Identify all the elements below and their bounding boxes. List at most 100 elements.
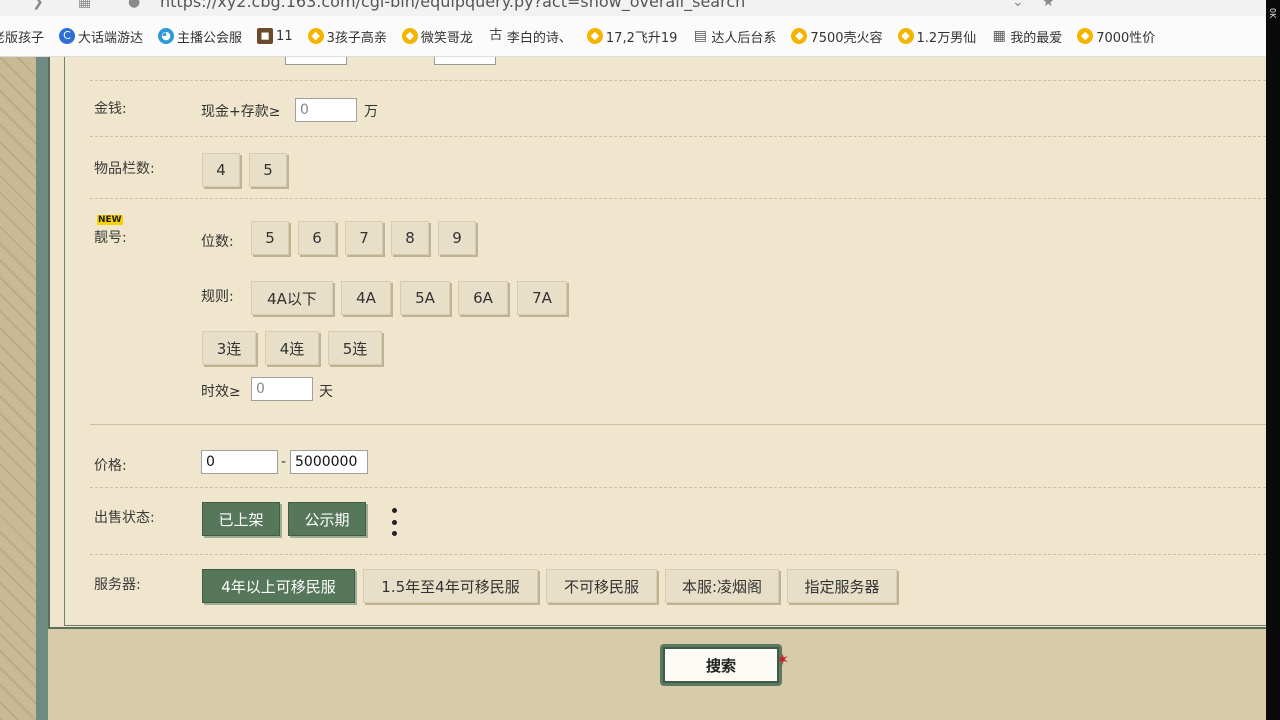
bookmark-item[interactable]: ◼ 11 bbox=[257, 28, 293, 44]
bookmark-item[interactable]: ◆ 7500壳火容 bbox=[791, 27, 883, 46]
rule-option-button[interactable]: 6A bbox=[458, 281, 508, 315]
new-badge: NEW bbox=[97, 215, 123, 225]
bookmarks-bar: 老版孩子C大话端游达◕主播公会服◼11◆3孩子高亲◆微笑哥龙古李白的诗、◆17,… bbox=[0, 16, 1280, 57]
search-button-label: 搜索 bbox=[663, 647, 779, 683]
yellow-pin-icon: ◆ bbox=[1077, 28, 1094, 44]
sequence-option-button[interactable]: 4连 bbox=[265, 331, 319, 365]
divider bbox=[90, 136, 1266, 137]
bookmark-item[interactable]: C 大话端游达 bbox=[59, 27, 143, 46]
bookmark-label: 3孩子高亲 bbox=[326, 30, 387, 46]
price-dash: - bbox=[281, 454, 287, 470]
bookmark-item[interactable]: ◆ 1.2万男仙 bbox=[897, 27, 977, 46]
bookmark-item[interactable]: 老版孩子 bbox=[0, 27, 44, 46]
bookmark-item[interactable]: 古李白的诗、 bbox=[488, 27, 572, 46]
digit-option-button[interactable]: 7 bbox=[345, 221, 383, 255]
truncated-input[interactable] bbox=[434, 57, 496, 65]
rule-label: 规则: bbox=[201, 289, 234, 305]
bookmark-label: 达人后台系 bbox=[711, 30, 777, 46]
bookmark-item[interactable]: ◆ 3孩子高亲 bbox=[307, 27, 387, 46]
bookmark-label: 大话端游达 bbox=[78, 30, 144, 46]
bookmark-label: 我的最爱 bbox=[1010, 30, 1063, 46]
bookmark-label: 11 bbox=[276, 28, 293, 44]
glyph-icon: 古 bbox=[489, 28, 503, 43]
avatar-icon: ◼ bbox=[257, 28, 274, 44]
c-logo-icon: C bbox=[59, 28, 76, 44]
star-icon[interactable]: ★ bbox=[1042, 0, 1055, 10]
side-text: 0K bbox=[1268, 8, 1277, 19]
bookmark-label: 微笑哥龙 bbox=[420, 30, 473, 46]
digit-option-button[interactable]: 5 bbox=[251, 221, 289, 255]
back-icon[interactable]: ❯ bbox=[32, 0, 44, 10]
search-page: 金钱: 现金+存款≥ 万 物品栏数: 45 NEW 靓号: 位数: 56789 … bbox=[0, 57, 1266, 720]
sequence-option-button[interactable]: 3连 bbox=[202, 331, 256, 365]
server-option-button[interactable]: 指定服务器 bbox=[787, 569, 897, 603]
page-left-border bbox=[0, 57, 36, 720]
price-label: 价格: bbox=[94, 458, 127, 474]
sale-status-label: 出售状态: bbox=[94, 510, 155, 526]
page-left-bar bbox=[36, 57, 48, 720]
validity-input[interactable] bbox=[251, 377, 313, 401]
rule-option-button[interactable]: 7A bbox=[517, 281, 567, 315]
yellow-pin-icon: ◆ bbox=[401, 28, 418, 44]
rule-option-button[interactable]: 4A以下 bbox=[251, 281, 333, 315]
bookmark-label: 老版孩子 bbox=[0, 30, 45, 46]
server-option-button[interactable]: 不可移民服 bbox=[546, 569, 657, 603]
inventory-option-button[interactable]: 4 bbox=[202, 153, 240, 187]
sale-status-option-button[interactable]: 已上架 bbox=[202, 502, 280, 536]
cursor-mark-icon: ✶ bbox=[776, 650, 790, 669]
yellow-pin-icon: ◆ bbox=[791, 28, 808, 44]
bookmark-label: 17,2飞升19 bbox=[605, 30, 678, 46]
more-options-icon[interactable] bbox=[390, 508, 398, 536]
rule-option-button[interactable]: 5A bbox=[400, 281, 450, 315]
money-unit: 万 bbox=[364, 104, 378, 120]
extension-icon[interactable]: ▦ bbox=[78, 0, 91, 10]
price-min-input[interactable] bbox=[201, 450, 278, 474]
bookmark-item[interactable]: ◕ 主播公会服 bbox=[158, 27, 242, 46]
browser-address-bar: ❯ ▦ ● https://xy2.cbg.163.com/cgi-bin/eq… bbox=[0, 0, 1280, 16]
digit-option-button[interactable]: 9 bbox=[438, 221, 476, 255]
bookmark-item[interactable]: ◆ 7000性价 bbox=[1077, 27, 1155, 46]
server-option-button[interactable]: 本服:凌烟阁 bbox=[665, 569, 779, 603]
sale-status-option-button[interactable]: 公示期 bbox=[288, 502, 366, 536]
rule-option-button[interactable]: 4A bbox=[341, 281, 391, 315]
server-option-button[interactable]: 4年以上可移民服 bbox=[202, 569, 355, 603]
sequence-option-button[interactable]: 5连 bbox=[328, 331, 382, 365]
digits-label: 位数: bbox=[201, 234, 234, 250]
divider bbox=[90, 487, 1266, 488]
secure-icon: ● bbox=[128, 0, 141, 10]
price-max-input[interactable] bbox=[290, 450, 368, 474]
validity-prefix: 时效≥ bbox=[201, 384, 241, 400]
inventory-option-button[interactable]: 5 bbox=[249, 153, 287, 187]
truncated-input[interactable] bbox=[285, 57, 347, 65]
bookmark-label: 7000性价 bbox=[1096, 30, 1156, 46]
server-option-button[interactable]: 1.5年至4年可移民服 bbox=[363, 569, 538, 603]
grid-icon: ▦ bbox=[992, 28, 1006, 44]
money-input[interactable] bbox=[295, 98, 357, 122]
server-label: 服务器: bbox=[94, 577, 141, 593]
divider bbox=[90, 554, 1266, 555]
digit-option-button[interactable]: 6 bbox=[298, 221, 336, 255]
bird-icon: ◕ bbox=[158, 28, 175, 44]
divider bbox=[90, 424, 1266, 425]
yellow-pin-icon: ◆ bbox=[307, 28, 324, 44]
money-prefix: 现金+存款≥ bbox=[201, 104, 281, 120]
bookmark-label: 7500壳火容 bbox=[810, 30, 883, 46]
bookmark-label: 1.2万男仙 bbox=[916, 30, 977, 46]
inventory-label: 物品栏数: bbox=[94, 161, 155, 177]
validity-unit: 天 bbox=[319, 384, 333, 400]
digit-option-button[interactable]: 8 bbox=[391, 221, 429, 255]
bookmark-item[interactable]: ▤ 达人后台系 bbox=[692, 27, 777, 46]
bookmark-item[interactable]: ◆ 微笑哥龙 bbox=[401, 27, 473, 46]
url-field[interactable]: https://xy2.cbg.163.com/cgi-bin/equipque… bbox=[160, 0, 745, 11]
search-button[interactable]: 搜索 ✶ bbox=[660, 644, 789, 686]
bookmark-label: 主播公会服 bbox=[177, 30, 243, 46]
doc-icon: ▤ bbox=[693, 28, 708, 44]
dropdown-icon[interactable]: ⌄ bbox=[1012, 0, 1024, 10]
divider bbox=[90, 80, 1266, 81]
bookmark-item[interactable]: ◆ 17,2飞升19 bbox=[586, 27, 678, 46]
pretty-id-label: 靓号: bbox=[94, 230, 127, 246]
bookmark-item[interactable]: ▦ 我的最爱 bbox=[991, 27, 1063, 46]
yellow-pin-icon: ◆ bbox=[897, 28, 914, 44]
money-label: 金钱: bbox=[94, 101, 127, 117]
bookmark-label: 李白的诗、 bbox=[506, 30, 572, 46]
